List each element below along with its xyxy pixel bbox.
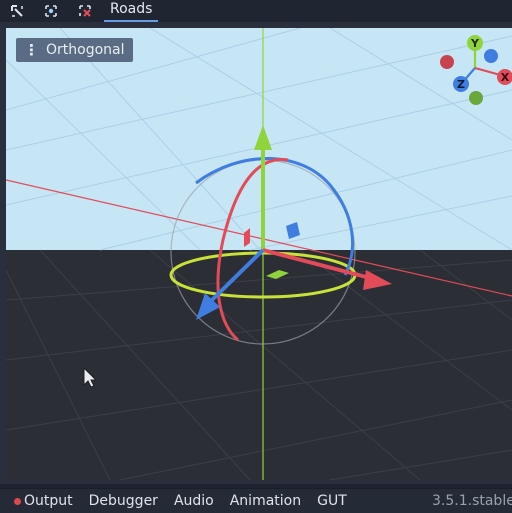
roads-tab[interactable]: Roads — [104, 0, 159, 22]
view-menu-button[interactable]: ⋮ Orthogonal — [16, 38, 133, 62]
3d-viewport[interactable]: Y X Z — [6, 28, 512, 480]
kebab-menu-icon: ⋮ — [24, 41, 39, 59]
gizmo-neg-x-ball — [440, 55, 454, 69]
tab-output-label: Output — [24, 493, 73, 509]
tab-debugger[interactable]: Debugger — [89, 493, 158, 509]
bottom-panel-tabs: Output Debugger Audio Animation GUT 3.5.… — [0, 488, 512, 513]
move-tool-button[interactable] — [34, 1, 68, 21]
tab-animation[interactable]: Animation — [230, 493, 301, 509]
select-tool-button[interactable] — [0, 1, 34, 21]
gizmo-z-label: Z — [457, 78, 465, 91]
gizmo-x-label: X — [501, 71, 510, 84]
select-tool-icon — [11, 5, 23, 17]
output-alert-icon — [14, 497, 21, 505]
tab-audio[interactable]: Audio — [174, 493, 214, 509]
ground-background — [6, 250, 512, 480]
gizmo-neg-y-ball — [469, 91, 483, 105]
tab-output[interactable]: Output — [14, 493, 73, 509]
move-tool-icon — [45, 5, 57, 17]
gizmo-neg-z-ball — [484, 49, 498, 63]
gizmo-y-label: Y — [470, 37, 480, 50]
tab-gut[interactable]: GUT — [317, 493, 347, 509]
viewport-scene: Y X Z — [6, 28, 512, 480]
delete-tool-icon — [79, 5, 91, 17]
engine-version-label: 3.5.1.stable — [432, 493, 512, 509]
viewport-frame: Y X Z — [0, 22, 512, 484]
editor-toolbar: Roads — [0, 0, 512, 22]
view-menu-label: Orthogonal — [46, 42, 125, 58]
delete-tool-button[interactable] — [68, 1, 102, 21]
